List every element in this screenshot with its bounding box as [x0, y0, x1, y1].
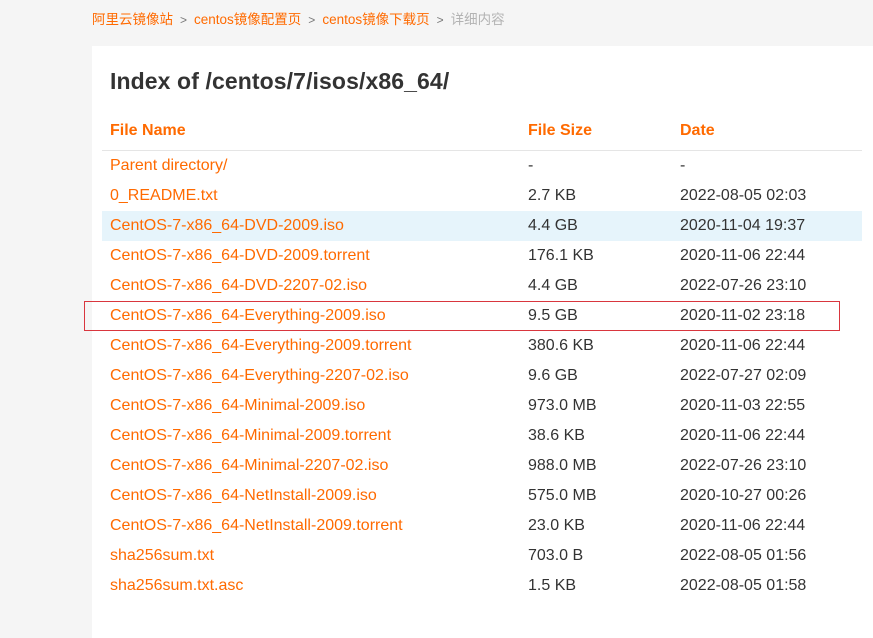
breadcrumb-separator: > — [436, 13, 444, 27]
breadcrumb-link-home[interactable]: 阿里云镜像站 — [92, 12, 173, 27]
file-size: 38.6 KB — [528, 427, 585, 444]
file-size: 703.0 B — [528, 547, 584, 564]
table-row-parent-directory: Parent directory/ - - — [102, 151, 862, 181]
table-row: 0_README.txt 2.7 KB 2022-08-05 02:03 — [102, 181, 862, 211]
file-size: 176.1 KB — [528, 247, 594, 264]
file-link[interactable]: CentOS-7-x86_64-DVD-2009.iso — [110, 211, 344, 241]
table-row: sha256sum.txt.asc 1.5 KB 2022-08-05 01:5… — [102, 571, 862, 601]
table-row-hovered: CentOS-7-x86_64-DVD-2009.iso 4.4 GB 2020… — [102, 211, 862, 241]
breadcrumb-link-download[interactable]: centos镜像下载页 — [322, 12, 429, 27]
page-title: Index of /centos/7/isos/x86_64/ — [110, 68, 450, 94]
file-date: 2020-11-06 22:44 — [680, 427, 806, 444]
file-size: 988.0 MB — [528, 457, 597, 474]
file-size: 973.0 MB — [528, 397, 597, 414]
file-link[interactable]: CentOS-7-x86_64-Everything-2009.torrent — [110, 331, 412, 361]
file-date: 2020-11-06 22:44 — [680, 517, 806, 534]
breadcrumb-current: 详细内容 — [450, 12, 505, 27]
file-size: 380.6 KB — [528, 337, 594, 354]
file-link[interactable]: CentOS-7-x86_64-Minimal-2009.torrent — [110, 421, 391, 451]
file-date: 2020-11-06 22:44 — [680, 337, 806, 354]
file-list: Parent directory/ - - 0_README.txt 2.7 K… — [84, 151, 862, 601]
table-row: CentOS-7-x86_64-NetInstall-2009.torrent … — [102, 511, 862, 541]
file-size: 23.0 KB — [528, 517, 585, 534]
file-date: 2020-11-04 19:37 — [680, 217, 806, 234]
file-date: 2022-07-26 23:10 — [680, 457, 807, 474]
file-link[interactable]: CentOS-7-x86_64-Minimal-2207-02.iso — [110, 451, 388, 481]
table-row: CentOS-7-x86_64-Minimal-2207-02.iso 988.… — [102, 451, 862, 481]
column-header-file-size: File Size — [528, 122, 593, 139]
file-date: - — [680, 157, 686, 174]
file-size: 1.5 KB — [528, 577, 577, 594]
file-date: 2022-08-05 01:58 — [680, 577, 807, 594]
breadcrumb: 阿里云镜像站 > centos镜像配置页 > centos镜像下载页 > 详细内容 — [92, 9, 505, 31]
breadcrumb-link-config[interactable]: centos镜像配置页 — [194, 12, 301, 27]
file-date: 2020-10-27 00:26 — [680, 487, 807, 504]
table-row-highlighted: CentOS-7-x86_64-Everything-2009.iso 9.5 … — [84, 301, 840, 331]
file-size: 2.7 KB — [528, 187, 577, 204]
table-row: CentOS-7-x86_64-Everything-2207-02.iso 9… — [102, 361, 862, 391]
file-date: 2020-11-06 22:44 — [680, 247, 806, 264]
file-size: 9.5 GB — [528, 307, 578, 324]
file-date: 2022-07-26 23:10 — [680, 277, 807, 294]
table-header: File Name File Size Date — [102, 118, 862, 151]
table-row: CentOS-7-x86_64-DVD-2009.torrent 176.1 K… — [102, 241, 862, 271]
file-date: 2022-08-05 02:03 — [680, 187, 807, 204]
breadcrumb-separator: > — [180, 13, 188, 27]
column-header-file-name: File Name — [110, 122, 186, 139]
file-size: 9.6 GB — [528, 367, 578, 384]
table-row: CentOS-7-x86_64-Everything-2009.torrent … — [102, 331, 862, 361]
file-link[interactable]: CentOS-7-x86_64-NetInstall-2009.iso — [110, 481, 377, 511]
file-link[interactable]: CentOS-7-x86_64-Everything-2207-02.iso — [110, 361, 409, 391]
file-date: 2020-11-02 23:18 — [680, 307, 806, 324]
file-link[interactable]: CentOS-7-x86_64-Minimal-2009.iso — [110, 391, 365, 421]
file-link[interactable]: sha256sum.txt.asc — [110, 571, 243, 601]
table-row: CentOS-7-x86_64-DVD-2207-02.iso 4.4 GB 2… — [102, 271, 862, 301]
file-date: 2022-08-05 01:56 — [680, 547, 807, 564]
column-header-date: Date — [680, 122, 715, 139]
file-size: 575.0 MB — [528, 487, 597, 504]
file-date: 2020-11-03 22:55 — [680, 397, 806, 414]
table-row: CentOS-7-x86_64-NetInstall-2009.iso 575.… — [102, 481, 862, 511]
file-link[interactable]: CentOS-7-x86_64-NetInstall-2009.torrent — [110, 511, 403, 541]
file-date: 2022-07-27 02:09 — [680, 367, 807, 384]
file-size: 4.4 GB — [528, 277, 578, 294]
file-link[interactable]: CentOS-7-x86_64-DVD-2009.torrent — [110, 241, 370, 271]
breadcrumb-separator: > — [308, 13, 316, 27]
file-link[interactable]: 0_README.txt — [110, 181, 218, 211]
file-link[interactable]: CentOS-7-x86_64-DVD-2207-02.iso — [110, 271, 367, 301]
content-panel: Index of /centos/7/isos/x86_64/ File Nam… — [84, 46, 873, 638]
file-link[interactable]: sha256sum.txt — [110, 541, 214, 571]
file-link[interactable]: CentOS-7-x86_64-Everything-2009.iso — [110, 301, 386, 331]
table-row: CentOS-7-x86_64-Minimal-2009.torrent 38.… — [102, 421, 862, 451]
table-row: CentOS-7-x86_64-Minimal-2009.iso 973.0 M… — [102, 391, 862, 421]
table-row: sha256sum.txt 703.0 B 2022-08-05 01:56 — [102, 541, 862, 571]
file-link[interactable]: Parent directory/ — [110, 151, 227, 181]
file-size: 4.4 GB — [528, 217, 578, 234]
file-size: - — [528, 157, 534, 174]
